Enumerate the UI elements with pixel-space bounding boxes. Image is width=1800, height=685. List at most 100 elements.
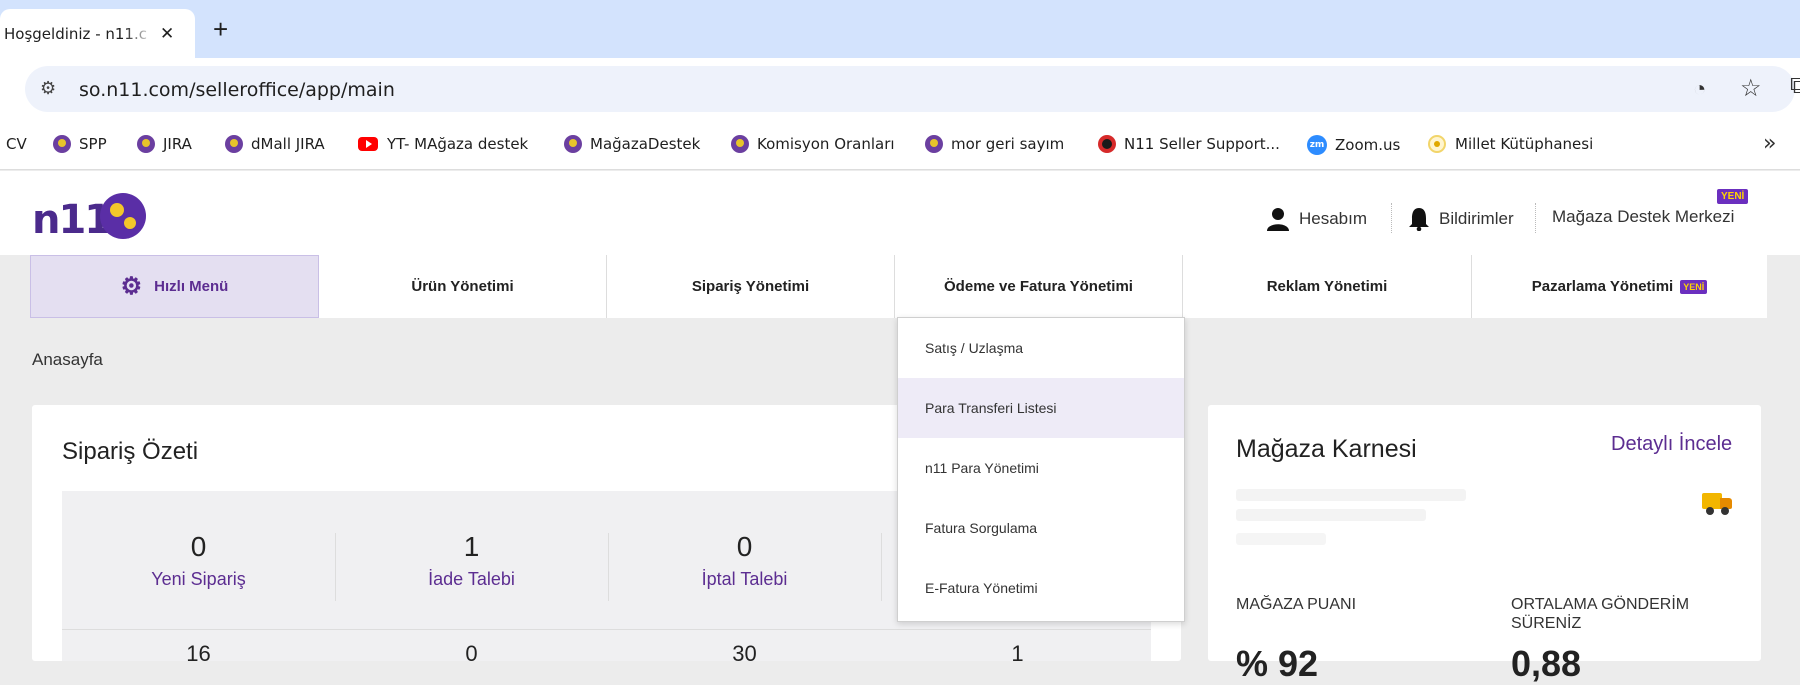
nav-marketing-management[interactable]: Pazarlama Yönetimi YENİ	[1472, 255, 1767, 318]
account-link[interactable]: Hesabım	[1267, 207, 1367, 231]
zoom-icon: zm	[1307, 135, 1327, 155]
close-tab-icon[interactable]: ✕	[160, 24, 174, 44]
bookmark-komisyon-oranlari[interactable]: Komisyon Oranları	[731, 135, 895, 153]
stat-value: 30	[732, 641, 757, 666]
new-tab-button[interactable]: +	[213, 14, 228, 45]
nav-quick-menu[interactable]: ⚙ Hızlı Menü	[30, 255, 319, 318]
tab-title: Hoşgeldiniz - n11.c	[4, 24, 147, 43]
performance-icon[interactable]: ◔	[1693, 76, 1706, 102]
bookmark-label: Komisyon Oranları	[757, 135, 895, 153]
main-nav: ⚙ Hızlı Menü Ürün Yönetimi Sipariş Yönet…	[30, 255, 1767, 318]
more-bookmarks-icon[interactable]: »	[1763, 131, 1776, 156]
support-center-link[interactable]: Mağaza Destek Merkezi	[1552, 207, 1734, 227]
extensions-icon[interactable]: ⧉	[1790, 72, 1800, 100]
stat-label[interactable]: Yeni Sipariş	[62, 569, 335, 590]
site-settings-icon[interactable]: ⚙	[40, 78, 56, 99]
bookmark-millet-kutuphanesi[interactable]: Millet Kütüphanesi	[1428, 135, 1593, 153]
bookmark-magazadestek[interactable]: MağazaDestek	[564, 135, 700, 153]
support-label: Mağaza Destek Merkezi	[1552, 207, 1735, 226]
divider	[881, 533, 882, 601]
nav-label: Ödeme ve Fatura Yönetimi	[944, 278, 1133, 295]
bookmark-yt-magaza-destek[interactable]: YT- MAğaza destek	[358, 135, 528, 153]
nav-label: Reklam Yönetimi	[1266, 278, 1388, 295]
card-title: Sipariş Özeti	[62, 438, 199, 465]
bookmark-label: JIRA	[163, 135, 192, 153]
account-label: Hesabım	[1299, 209, 1368, 228]
bookmark-zoom[interactable]: zm Zoom.us	[1307, 135, 1400, 155]
bookmark-label: CV	[6, 135, 27, 153]
nav-ad-management[interactable]: Reklam Yönetimi	[1183, 255, 1472, 318]
nav-product-management[interactable]: Ürün Yönetimi	[319, 255, 607, 318]
stat-value: 1	[463, 531, 480, 562]
nav-label: Ürün Yönetimi	[411, 278, 514, 295]
bookmark-label: SPP	[79, 135, 107, 153]
n11-bug-icon	[731, 135, 749, 153]
bookmark-label: Millet Kütüphanesi	[1455, 135, 1594, 153]
faded-text	[1236, 489, 1466, 501]
bookmark-mor-geri-sayim[interactable]: mor geri sayım	[925, 135, 1064, 153]
menu-label: n11 Para Yönetimi	[925, 460, 1039, 476]
browser-tab[interactable]: Hoşgeldiniz - n11.c ✕	[0, 9, 195, 58]
menu-item-invoice-query[interactable]: Fatura Sorgulama	[898, 498, 1184, 558]
bookmark-cv[interactable]: CV	[6, 135, 27, 153]
menu-label: E-Fatura Yönetimi	[925, 580, 1038, 596]
stat-label[interactable]: İade Talebi	[335, 569, 608, 590]
store-report-card: Mağaza Karnesi Detaylı İncele MAĞAZA PUA…	[1208, 405, 1761, 684]
stat-value: 16	[186, 641, 211, 666]
stat-value: 0	[465, 641, 478, 666]
bookmark-star-icon[interactable]: ☆	[1740, 74, 1762, 103]
ladybug-logo-icon	[100, 193, 146, 239]
nav-order-management[interactable]: Sipariş Yönetimi	[607, 255, 895, 318]
breadcrumb[interactable]: Anasayfa	[32, 350, 103, 370]
youtube-icon	[358, 137, 378, 151]
gear-icon: ⚙	[120, 273, 143, 300]
n11-bug-icon	[137, 135, 155, 153]
bookmark-label: Zoom.us	[1335, 136, 1401, 154]
browser-tab-strip: Hoşgeldiniz - n11.c ✕ +	[0, 0, 1800, 58]
bookmark-label: YT- MAğaza destek	[387, 135, 529, 153]
nav-label: Pazarlama Yönetimi	[1531, 278, 1674, 295]
new-badge: YENİ	[1680, 279, 1708, 294]
bookmark-jira[interactable]: JIRA	[137, 135, 192, 153]
address-bar[interactable]: ⚙ so.n11.com/selleroffice/app/main ◔ ☆ ⧉	[25, 66, 1800, 112]
bookmarks-bar: CV SPP JIRA dMall JIRA YT- MAğaza destek…	[0, 120, 1800, 170]
store-score-label: MAĞAZA PUANI	[1236, 596, 1357, 613]
n11-bug-icon	[225, 135, 243, 153]
faded-text	[1236, 509, 1426, 521]
label-line: SÜRENİZ	[1511, 615, 1582, 632]
url-text[interactable]: so.n11.com/selleroffice/app/main	[79, 79, 395, 101]
bookmark-spp[interactable]: SPP	[53, 135, 107, 153]
logo-text: n11	[32, 197, 112, 243]
shipping-time-label: ORTALAMA GÖNDERİM SÜRENİZ	[1511, 595, 1689, 633]
card-title: Mağaza Karnesi	[1236, 435, 1417, 463]
menu-item-money-transfer-list[interactable]: Para Transferi Listesi	[898, 378, 1184, 438]
menu-item-n11-money-management[interactable]: n11 Para Yönetimi	[898, 438, 1184, 498]
menu-item-sales-reconciliation[interactable]: Satış / Uzlaşma	[898, 318, 1184, 378]
stat-cancel-requests[interactable]: 0 İptal Talebi	[608, 531, 881, 590]
detail-link[interactable]: Detaylı İncele	[1611, 433, 1732, 456]
n11-logo[interactable]: n11	[32, 189, 152, 243]
menu-item-e-invoice-management[interactable]: E-Fatura Yönetimi	[898, 558, 1184, 618]
menu-label: Para Transferi Listesi	[925, 400, 1057, 416]
nav-payment-invoice-management[interactable]: Ödeme ve Fatura Yönetimi	[895, 255, 1183, 318]
stat-return-requests[interactable]: 1 İade Talebi	[335, 531, 608, 590]
n11-bug-icon	[564, 135, 582, 153]
bookmark-dmall-jira[interactable]: dMall JIRA	[225, 135, 325, 153]
label-line: ORTALAMA GÖNDERİM	[1511, 596, 1690, 613]
header-divider	[1391, 203, 1392, 233]
bell-icon	[1409, 208, 1429, 231]
faded-text	[1236, 533, 1326, 545]
site-header: n11 Hesabım Bildirimler Mağaza Destek Me…	[0, 171, 1800, 255]
stat-label[interactable]: İptal Talebi	[608, 569, 881, 590]
notifications-link[interactable]: Bildirimler	[1409, 207, 1514, 231]
truck-icon	[1702, 493, 1732, 515]
header-divider	[1535, 203, 1536, 233]
bookmark-label: mor geri sayım	[951, 135, 1065, 153]
ladybug-icon	[1098, 135, 1116, 153]
row-divider	[62, 629, 1151, 630]
nav-label: Sipariş Yönetimi	[691, 278, 810, 295]
stat-new-orders[interactable]: 0 Yeni Sipariş	[62, 531, 335, 590]
bookmark-label: MağazaDestek	[590, 135, 701, 153]
n11-bug-icon	[53, 135, 71, 153]
bookmark-n11-seller-support[interactable]: N11 Seller Support...	[1098, 135, 1280, 153]
